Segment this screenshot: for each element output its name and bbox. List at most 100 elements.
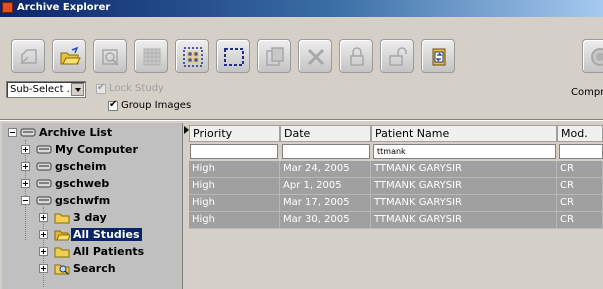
filter-priority-input[interactable] bbox=[190, 144, 278, 159]
tree-item-all-patients[interactable]: All Patients bbox=[2, 244, 182, 260]
table-cell-date[interactable]: Mar 17, 2005 bbox=[280, 195, 371, 212]
table-cell-modality[interactable]: CR bbox=[557, 161, 603, 178]
drive-icon bbox=[36, 162, 52, 171]
unlock-icon bbox=[389, 47, 407, 66]
study-table: Priority Date Patient Name Mod. ttmank H… bbox=[189, 123, 603, 289]
tree-item-gschwfm[interactable]: gschwfm bbox=[2, 193, 182, 209]
stop-button[interactable] bbox=[582, 39, 603, 73]
tree-item-archive-list[interactable]: Archive List bbox=[2, 125, 182, 141]
filter-date-input[interactable] bbox=[282, 144, 370, 159]
grid-icon bbox=[143, 48, 161, 66]
sub-select-value: Sub-Select ... bbox=[10, 84, 77, 95]
collapse-icon[interactable] bbox=[21, 196, 30, 205]
collapse-icon[interactable] bbox=[8, 128, 17, 137]
drive-icon bbox=[36, 145, 52, 154]
tree-item-label: All Patients bbox=[73, 245, 145, 258]
column-header-date[interactable]: Date bbox=[280, 125, 371, 142]
lock-button[interactable] bbox=[339, 39, 373, 73]
window-title: Archive Explorer bbox=[17, 2, 111, 13]
lock-study-label: Lock Study bbox=[109, 83, 164, 94]
app-icon bbox=[2, 2, 13, 13]
filter-patient-name-input[interactable]: ttmank bbox=[373, 144, 556, 159]
select-none-icon bbox=[224, 48, 244, 66]
tree-item-label: 3 day bbox=[73, 211, 107, 224]
unlock-button[interactable] bbox=[380, 39, 414, 73]
open-button[interactable] bbox=[52, 39, 86, 73]
delete-icon bbox=[307, 48, 325, 66]
tree-item-label: gscheim bbox=[55, 160, 107, 173]
archive-tree: Archive List My Computer gscheim gschweb bbox=[2, 123, 183, 289]
drive-icon bbox=[36, 179, 52, 188]
table-cell-patient-name[interactable]: TTMANK GARYSIR bbox=[371, 212, 557, 229]
drive-icon bbox=[36, 196, 52, 205]
table-cell-date[interactable]: Mar 30, 2005 bbox=[280, 212, 371, 229]
lock-study-checkbox[interactable]: ✔ bbox=[96, 82, 106, 94]
folder-icon bbox=[54, 247, 70, 258]
tree-item-label: Search bbox=[73, 262, 116, 275]
column-header-priority[interactable]: Priority bbox=[189, 125, 280, 142]
copy-button[interactable] bbox=[257, 39, 291, 73]
tree-item-3-day[interactable]: 3 day bbox=[2, 210, 182, 226]
group-images-label: Group Images bbox=[121, 100, 192, 111]
folder-open-icon bbox=[54, 230, 70, 241]
tree-item-search[interactable]: Search bbox=[2, 261, 182, 277]
checkmark-icon: ✔ bbox=[109, 99, 118, 110]
checkmark-icon: ✔ bbox=[97, 82, 106, 93]
chevron-down-icon[interactable] bbox=[71, 83, 84, 96]
grid-button[interactable] bbox=[134, 39, 168, 73]
expand-icon[interactable] bbox=[39, 213, 48, 222]
stop-icon bbox=[591, 48, 603, 66]
tree-item-my-computer[interactable]: My Computer bbox=[2, 142, 182, 158]
archive-icon bbox=[20, 128, 36, 137]
column-header-patient-name[interactable]: Patient Name bbox=[371, 125, 557, 142]
refresh-button[interactable] bbox=[421, 39, 455, 73]
compression-label: Compr bbox=[571, 87, 603, 98]
tree-item-label: gschweb bbox=[55, 177, 110, 190]
folder-icon bbox=[54, 213, 70, 224]
panel-divider bbox=[0, 119, 603, 121]
tree-item-gschweb[interactable]: gschweb bbox=[2, 176, 182, 192]
refresh-icon bbox=[432, 48, 446, 66]
expand-icon[interactable] bbox=[39, 230, 48, 239]
sub-select-dropdown[interactable]: Sub-Select ... bbox=[6, 81, 86, 98]
tree-item-all-studies[interactable]: All Studies bbox=[2, 227, 182, 243]
search-button[interactable] bbox=[93, 39, 127, 73]
toolbar: Sub-Select ... ✔ Lock Study ✔ Group Imag… bbox=[0, 17, 603, 119]
title-bar[interactable]: Archive Explorer bbox=[0, 0, 603, 17]
tree-item-label: Archive List bbox=[39, 126, 113, 139]
new-study-icon bbox=[20, 49, 37, 65]
filter-modality-input[interactable] bbox=[559, 144, 603, 159]
select-all-button[interactable] bbox=[175, 39, 209, 73]
table-cell-patient-name[interactable]: TTMANK GARYSIR bbox=[371, 195, 557, 212]
column-header-modality[interactable]: Mod. bbox=[557, 125, 603, 142]
table-cell-modality[interactable]: CR bbox=[557, 212, 603, 229]
group-images-checkbox[interactable]: ✔ bbox=[108, 99, 118, 111]
table-cell-date[interactable]: Apr 1, 2005 bbox=[280, 178, 371, 195]
expand-icon[interactable] bbox=[21, 145, 30, 154]
table-cell-priority[interactable]: High bbox=[189, 178, 280, 195]
expand-icon[interactable] bbox=[21, 162, 30, 171]
tree-item-gscheim[interactable]: gscheim bbox=[2, 159, 182, 175]
new-study-button[interactable] bbox=[11, 39, 45, 73]
open-folder-icon bbox=[60, 46, 81, 65]
table-cell-priority[interactable]: High bbox=[189, 195, 280, 212]
table-cell-patient-name[interactable]: TTMANK GARYSIR bbox=[371, 161, 557, 178]
table-cell-priority[interactable]: High bbox=[189, 212, 280, 229]
expand-icon[interactable] bbox=[39, 264, 48, 273]
select-none-button[interactable] bbox=[216, 39, 250, 73]
tree-item-label: All Studies bbox=[71, 228, 142, 241]
expand-icon[interactable] bbox=[39, 247, 48, 256]
table-cell-date[interactable]: Mar 24, 2005 bbox=[280, 161, 371, 178]
table-cell-priority[interactable]: High bbox=[189, 161, 280, 178]
expand-icon[interactable] bbox=[21, 179, 30, 188]
lock-icon bbox=[350, 47, 364, 66]
delete-button[interactable] bbox=[298, 39, 332, 73]
table-cell-modality[interactable]: CR bbox=[557, 195, 603, 212]
tree-item-label: My Computer bbox=[55, 143, 138, 156]
select-all-icon bbox=[183, 47, 203, 67]
search-folder-icon bbox=[54, 264, 70, 275]
copy-icon bbox=[266, 47, 284, 66]
tree-item-label: gschwfm bbox=[55, 194, 111, 207]
table-cell-patient-name[interactable]: TTMANK GARYSIR bbox=[371, 178, 557, 195]
table-cell-modality[interactable]: CR bbox=[557, 178, 603, 195]
